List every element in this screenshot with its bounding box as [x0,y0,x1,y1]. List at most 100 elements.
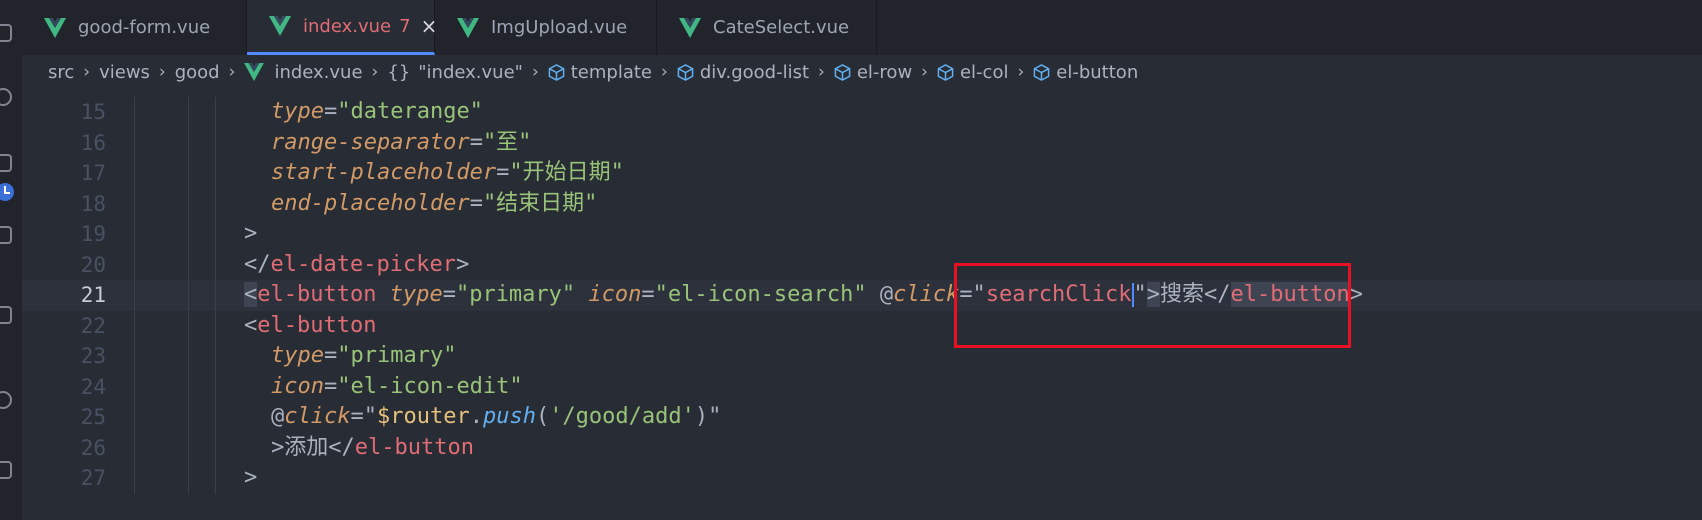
code-token: click [893,282,960,307]
line-number: 18 [80,191,106,216]
breadcrumb-button-label: el-button [1056,61,1139,83]
code-line[interactable]: 27 > [22,463,1702,494]
tab-good-form-vue[interactable]: good-form.vue [22,0,247,55]
indent-guide [188,463,189,494]
tab-index-vue[interactable]: index.vue 7 × [247,0,437,55]
line-number: 20 [80,252,106,277]
indent-guide [134,219,135,250]
indent-guide [188,97,189,128]
explorer-icon[interactable] [0,18,22,48]
code-text: @click="$router.push('/good/add')" [271,402,721,433]
code-text: <el-button type="primary" icon="el-icon-… [244,280,1363,311]
code-text: </el-date-picker> [244,250,469,281]
code-token: </ [328,434,355,460]
breadcrumb-col[interactable]: el-col [937,62,1008,83]
breadcrumb-file-label: index.vue [274,61,363,83]
breadcrumb-template[interactable]: template [548,62,652,83]
breadcrumb-src[interactable]: src [48,62,74,83]
code-token: )" [694,404,722,429]
code-line[interactable]: 21 <el-button type="primary" icon="el-ico… [22,280,1702,311]
code-line[interactable]: 18 end-placeholder="结束日期" [22,188,1702,219]
code-line[interactable]: 19 > [22,219,1702,250]
code-line[interactable]: 17 start-placeholder="开始日期" [22,158,1702,189]
line-number: 17 [80,161,106,185]
testing-icon[interactable] [0,455,22,485]
code-token: > [1349,282,1363,307]
code-token: type [389,282,443,307]
code-line[interactable]: 22 <el-button [22,310,1702,341]
breadcrumb-good[interactable]: good [175,62,220,83]
code-text: > [244,219,257,250]
code-line[interactable]: 16 range-separator="至" [22,127,1702,158]
code-token: el-date-picker [270,251,456,277]
breadcrumb: src › views › good › index.vue › {} "ind… [22,55,1702,89]
source-control-icon[interactable] [0,148,22,178]
line-number: 21 [80,283,106,307]
breadcrumb-template-label: template [570,61,653,83]
code-line[interactable]: 23 type="primary" [22,341,1702,372]
remote-icon[interactable] [0,385,22,415]
code-token: icon [588,282,642,307]
code-line[interactable]: 24 icon="el-icon-edit" [22,371,1702,403]
line-number: 16 [80,130,106,155]
code-token: > [1146,282,1161,307]
line-number: 25 [80,405,106,429]
chevron-right-icon: › [921,62,928,82]
indent-guide [188,127,189,158]
breadcrumb-row-label: el-row [856,61,913,83]
indent-guide [188,280,189,311]
code-token: 搜索 [1160,282,1205,307]
code-token: @ [879,282,894,307]
code-token: </ [1204,282,1231,307]
breadcrumb-div-label: div.good-list [699,61,810,83]
code-line[interactable]: 26 >添加</el-button [22,432,1702,463]
code-token: @ [271,404,285,429]
breadcrumb-views[interactable]: views [99,62,150,83]
breadcrumb-module[interactable]: {} "index.vue" [387,62,523,83]
code-token: > [271,434,285,460]
chevron-right-icon: › [158,62,166,82]
breadcrumb-row[interactable]: el-row [834,62,912,83]
code-token: 添加 [284,434,329,460]
code-token: = [469,190,483,216]
line-number: 24 [80,374,106,399]
code-token: click [284,404,351,429]
indent-guide [215,127,216,158]
indent-guide [134,158,135,189]
line-number: 23 [80,344,106,368]
extensions-icon[interactable] [0,300,22,330]
search-icon[interactable] [0,82,22,112]
tab-imgupload-vue[interactable]: ImgUpload.vue [435,0,657,55]
chevron-right-icon: › [1017,62,1025,82]
code-line[interactable]: 15 type="daterange" [22,97,1702,128]
indent-guide [134,97,135,128]
run-debug-icon[interactable] [0,220,22,250]
cube-icon [1033,63,1050,81]
code-token: = [323,373,338,399]
indent-guide [134,463,135,494]
cube-icon [937,63,954,81]
code-editor[interactable]: 15 type="daterange" 16 range-separator="至" 1… [22,97,1702,520]
code-token: . [469,404,483,429]
tab-cateselect-vue[interactable]: CateSelect.vue [657,0,877,55]
chevron-right-icon: › [531,62,539,82]
breadcrumb-file[interactable]: index.vue [244,61,363,83]
code-token: range-separator [271,129,470,155]
vue-file-icon [679,17,701,38]
code-token: </ [244,251,271,277]
breadcrumb-button[interactable]: el-button [1033,62,1138,83]
line-number: 22 [80,313,106,338]
indent-guide [134,249,135,280]
code-line[interactable]: 20 </el-date-picker> [22,249,1702,281]
tab-label: ImgUpload.vue [491,17,628,38]
breadcrumb-div[interactable]: div.good-list [677,62,809,83]
code-token: = [323,343,338,368]
breadcrumb-col-label: el-col [959,61,1009,83]
code-text: icon="el-icon-edit" [271,372,523,403]
vue-file-icon [244,63,265,81]
code-line[interactable]: 25 @click="$router.push('/good/add')" [22,402,1702,433]
braces-icon: {} [387,61,411,83]
